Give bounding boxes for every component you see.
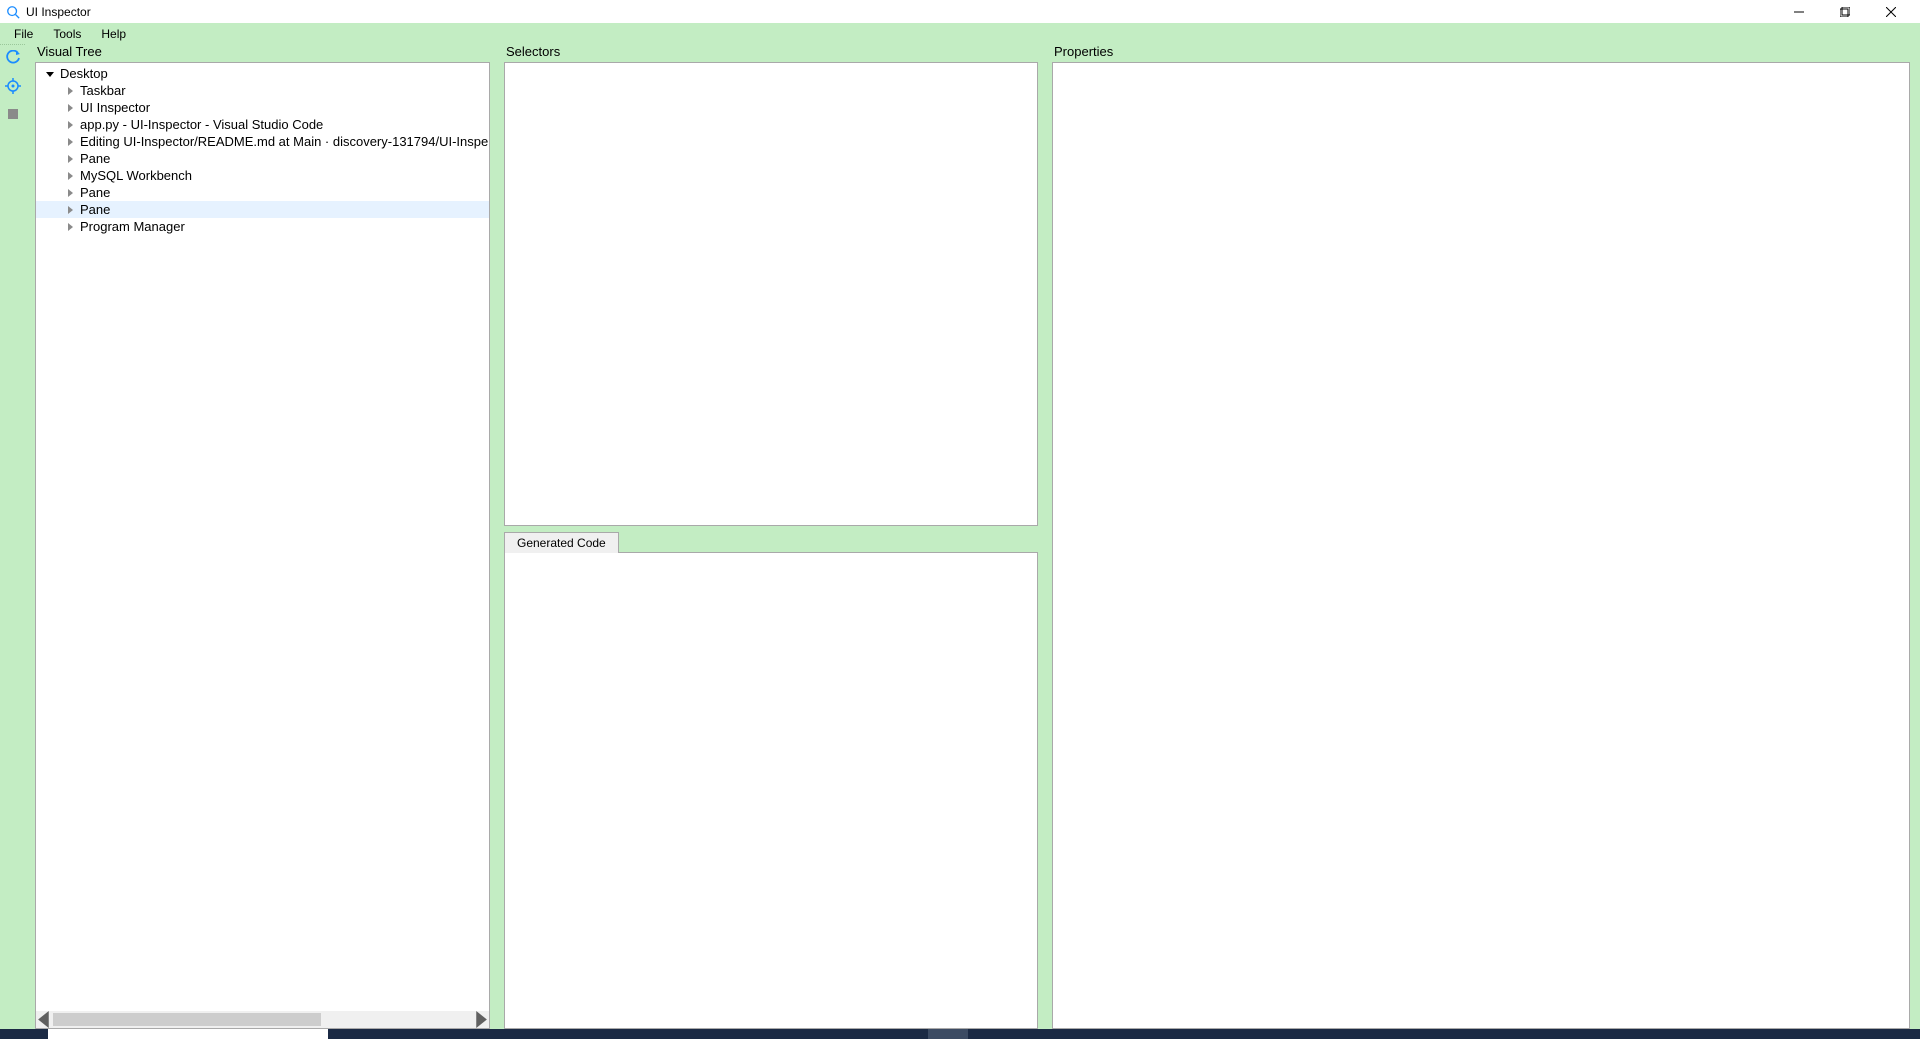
properties-title: Properties <box>1052 44 1910 62</box>
tree-item-label: Pane <box>80 202 110 217</box>
tree-item-label: Editing UI-Inspector/README.md at Main ·… <box>80 134 488 149</box>
tree-item-label: UI Inspector <box>80 100 150 115</box>
tree-item[interactable]: MySQL Workbench <box>36 167 489 184</box>
titlebar: UI Inspector <box>0 0 1920 23</box>
chevron-right-icon[interactable] <box>64 170 76 182</box>
scroll-left-icon[interactable] <box>36 1011 53 1028</box>
os-taskbar[interactable] <box>0 1029 1920 1039</box>
visual-tree-box: Desktop Taskbar UI Inspector app.py - UI-In… <box>35 62 490 1029</box>
tree-hscrollbar[interactable] <box>36 1011 489 1028</box>
window-title: UI Inspector <box>26 5 91 19</box>
close-button[interactable] <box>1868 0 1914 23</box>
properties-box[interactable] <box>1052 62 1910 1029</box>
chevron-right-icon[interactable] <box>64 204 76 216</box>
chevron-right-icon[interactable] <box>64 221 76 233</box>
tree-item-label: app.py - UI-Inspector - Visual Studio Co… <box>80 117 323 132</box>
tree-item[interactable]: Program Manager <box>36 218 489 235</box>
tree-item-label: MySQL Workbench <box>80 168 192 183</box>
chevron-right-icon[interactable] <box>64 136 76 148</box>
menu-help[interactable]: Help <box>91 25 136 43</box>
menu-tools[interactable]: Tools <box>43 25 91 43</box>
tree-item[interactable]: UI Inspector <box>36 99 489 116</box>
selectors-title: Selectors <box>504 44 1038 62</box>
chevron-right-icon[interactable] <box>64 85 76 97</box>
tree[interactable]: Desktop Taskbar UI Inspector app.py - UI-In… <box>36 63 489 235</box>
generated-code-box[interactable] <box>504 552 1038 1029</box>
visual-tree-title: Visual Tree <box>35 44 490 62</box>
tree-item-label: Desktop <box>60 66 108 81</box>
tree-item[interactable]: Pane <box>36 150 489 167</box>
generated-code-tab[interactable]: Generated Code <box>504 532 619 553</box>
menu-file[interactable]: File <box>4 25 43 43</box>
chevron-down-icon[interactable] <box>44 68 56 80</box>
generated-code-wrap: Generated Code <box>504 532 1038 1029</box>
tree-item-label: Pane <box>80 185 110 200</box>
chevron-right-icon[interactable] <box>64 102 76 114</box>
chevron-right-icon[interactable] <box>64 119 76 131</box>
toolstrip <box>0 44 25 1039</box>
chevron-right-icon[interactable] <box>64 187 76 199</box>
tree-item[interactable]: app.py - UI-Inspector - Visual Studio Co… <box>36 116 489 133</box>
minimize-button[interactable] <box>1776 0 1822 23</box>
target-button[interactable] <box>2 75 24 97</box>
stop-button[interactable] <box>2 103 24 125</box>
taskbar-active-app[interactable] <box>928 1029 968 1039</box>
tree-item-root[interactable]: Desktop <box>36 65 489 82</box>
menubar: File Tools Help <box>0 23 1920 44</box>
chevron-right-icon[interactable] <box>64 153 76 165</box>
properties-panel: Properties <box>1052 44 1910 1029</box>
refresh-button[interactable] <box>2 47 24 69</box>
tree-item[interactable]: Taskbar <box>36 82 489 99</box>
selectors-panel: Selectors Generated Code <box>504 44 1038 1029</box>
body-area: Visual Tree Desktop Taskbar UI Inspector ap… <box>0 44 1920 1039</box>
scroll-track[interactable] <box>53 1011 472 1028</box>
tree-item[interactable]: Pane <box>36 201 489 218</box>
taskbar-search[interactable] <box>48 1029 328 1039</box>
tree-item[interactable]: Pane <box>36 184 489 201</box>
tree-item-label: Program Manager <box>80 219 185 234</box>
tree-item-label: Pane <box>80 151 110 166</box>
visual-tree-panel: Visual Tree Desktop Taskbar UI Inspector ap… <box>35 44 490 1029</box>
scroll-right-icon[interactable] <box>472 1011 489 1028</box>
maximize-button[interactable] <box>1822 0 1868 23</box>
panels: Visual Tree Desktop Taskbar UI Inspector ap… <box>25 44 1920 1039</box>
window-controls <box>1776 0 1914 23</box>
tree-item-label: Taskbar <box>80 83 126 98</box>
tree-item[interactable]: Editing UI-Inspector/README.md at Main ·… <box>36 133 489 150</box>
selectors-box[interactable] <box>504 62 1038 526</box>
scroll-thumb[interactable] <box>53 1013 321 1026</box>
app-icon <box>6 5 20 19</box>
